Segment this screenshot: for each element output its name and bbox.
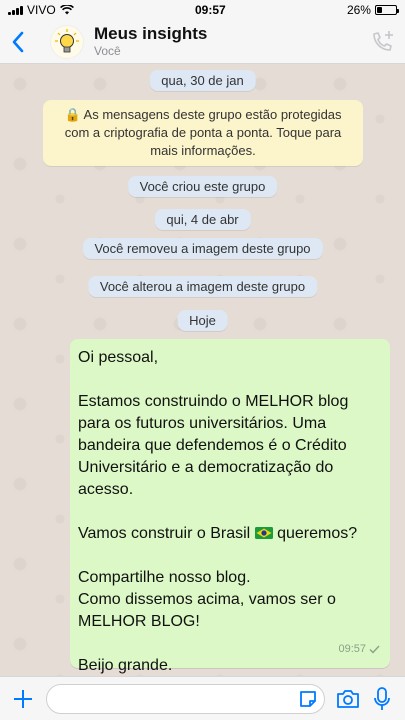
sticker-button[interactable] [295, 686, 321, 712]
message-input[interactable] [46, 683, 325, 714]
status-left: VIVO [8, 3, 74, 17]
date-separator: qui, 4 de abr [154, 209, 251, 230]
input-bar [0, 676, 405, 720]
attach-button[interactable] [6, 682, 40, 716]
chat-area[interactable]: qua, 30 de jan 🔒 As mensagens deste grup… [0, 64, 405, 676]
message-meta: 09:57 [338, 638, 380, 660]
sticker-icon [300, 690, 316, 707]
plus-icon [14, 689, 32, 708]
system-message-created: Você criou este grupo [127, 176, 278, 197]
group-avatar[interactable] [50, 24, 84, 59]
message-time: 09:57 [338, 643, 366, 655]
group-name: Meus insights [94, 24, 208, 43]
message-line: Compartilhe nosso blog. [78, 569, 251, 586]
battery-icon [374, 5, 399, 15]
microphone-icon [374, 686, 390, 710]
back-button[interactable] [0, 20, 36, 64]
message-line: Oi pessoal, [78, 349, 159, 366]
message-line: Estamos construindo o MELHOR blog para o… [78, 393, 349, 498]
check-icon [369, 645, 380, 654]
camera-icon [337, 689, 359, 708]
carrier-label: VIVO [27, 3, 56, 17]
message-text: queremos? [277, 525, 358, 542]
brazil-flag-icon [254, 527, 273, 539]
battery-fill [376, 7, 382, 13]
message-line: Como dissemos acima, vamos ser o MELHOR … [78, 591, 336, 630]
date-separator: qua, 30 de jan [149, 70, 256, 91]
status-time: 09:57 [194, 3, 226, 17]
system-message-changed-image: Você alterou a imagem deste grupo [87, 276, 318, 297]
outgoing-message[interactable]: Oi pessoal, Estamos construindo o MELHOR… [70, 339, 390, 674]
add-call-icon [373, 30, 393, 51]
system-message-removed-image: Você removeu a imagem deste grupo [82, 238, 323, 259]
status-right: 26% [346, 3, 399, 17]
status-bar: VIVO 09:57 26% [0, 0, 405, 20]
microphone-button[interactable] [365, 682, 399, 716]
chat-header: Meus insights Você [0, 20, 405, 64]
camera-button[interactable] [331, 682, 365, 716]
battery-percent: 26% [346, 3, 371, 17]
lightbulb-icon [55, 28, 79, 52]
add-call-button[interactable] [361, 20, 405, 64]
date-separator: Hoje [177, 310, 228, 331]
encryption-notice[interactable]: 🔒 As mensagens deste grupo estão protegi… [43, 100, 363, 166]
wifi-icon [59, 5, 74, 15]
chevron-left-icon [12, 31, 24, 52]
message-line: Beijo grande. [78, 657, 173, 674]
message-input-wrap [40, 683, 331, 714]
header-info[interactable]: Meus insights Você [94, 24, 361, 59]
group-subtitle: Você [94, 44, 121, 58]
signal-icon [8, 5, 23, 15]
message-line: Vamos construir o Brasil queremos? [78, 523, 380, 545]
message-text: Vamos construir o Brasil [78, 525, 251, 542]
